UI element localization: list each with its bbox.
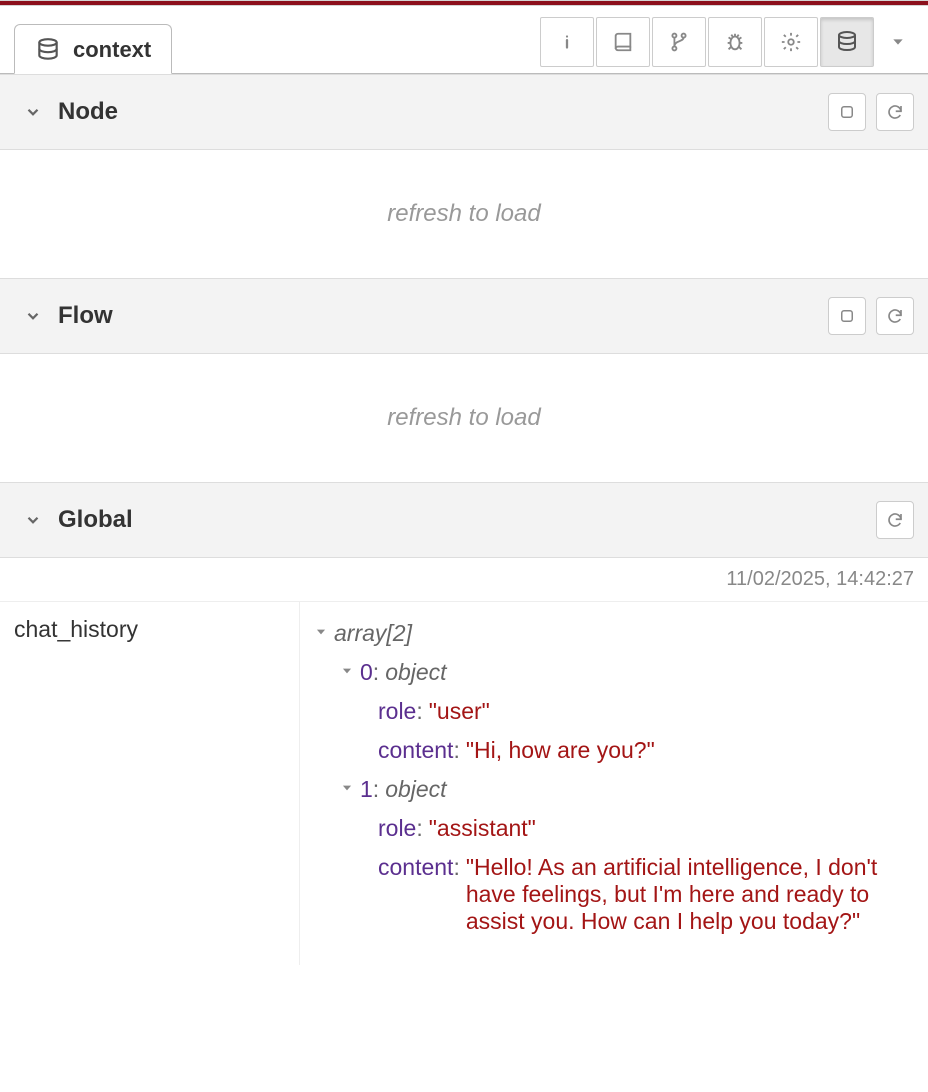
flow-refresh-button[interactable] — [876, 297, 914, 335]
debug-button[interactable] — [708, 17, 762, 67]
caret-down-icon — [340, 664, 354, 678]
tree-value: "assistant" — [429, 815, 536, 842]
info-button[interactable] — [540, 17, 594, 67]
tree-key: role — [378, 815, 416, 842]
toolbar — [532, 9, 928, 73]
tree-index: 1 — [360, 776, 373, 803]
chevron-down-icon — [24, 307, 42, 325]
tree-key: role — [378, 698, 416, 725]
node-empty-body: refresh to load — [0, 150, 928, 278]
global-timestamp: 11/02/2025, 14:42:27 — [0, 558, 928, 602]
info-icon — [556, 31, 578, 53]
tree-value: "user" — [429, 698, 490, 725]
section-title-global: Global — [58, 506, 133, 534]
section-title-flow: Flow — [58, 302, 113, 330]
node-empty-text: refresh to load — [387, 200, 540, 228]
tree-prop-content-1[interactable]: content: "Hello! As an artificial intell… — [314, 848, 914, 941]
tree-prop-content-0[interactable]: content: "Hi, how are you?" — [314, 731, 914, 770]
toolbar-dropdown[interactable] — [876, 17, 920, 67]
tree-index: 0 — [360, 659, 373, 686]
git-button[interactable] — [652, 17, 706, 67]
section-header-flow[interactable]: Flow — [0, 278, 928, 354]
section-header-node[interactable]: Node — [0, 74, 928, 150]
tree-key: content — [378, 854, 453, 881]
chevron-down-icon — [24, 103, 42, 121]
tree-key: content — [378, 737, 453, 764]
section-header-global[interactable]: Global — [0, 482, 928, 558]
tree-item-1[interactable]: 1: object — [314, 770, 914, 809]
bug-icon — [724, 31, 746, 53]
tree-root[interactable]: array[2] — [314, 614, 914, 653]
context-data-button[interactable] — [820, 17, 874, 67]
square-icon — [838, 307, 856, 325]
refresh-icon — [886, 103, 904, 121]
tree-prop-role-0[interactable]: role: "user" — [314, 692, 914, 731]
section-title-node: Node — [58, 98, 118, 126]
flow-empty-text: refresh to load — [387, 404, 540, 432]
tree-root-type: array[2] — [334, 620, 412, 647]
node-checkbox-button[interactable] — [828, 93, 866, 131]
tree-prop-role-1[interactable]: role: "assistant" — [314, 809, 914, 848]
tree-type: object — [385, 659, 446, 686]
flow-empty-body: refresh to load — [0, 354, 928, 482]
help-button[interactable] — [596, 17, 650, 67]
git-branch-icon — [668, 31, 690, 53]
gear-icon — [780, 31, 802, 53]
settings-button[interactable] — [764, 17, 818, 67]
flow-checkbox-button[interactable] — [828, 297, 866, 335]
node-refresh-button[interactable] — [876, 93, 914, 131]
refresh-icon — [886, 307, 904, 325]
tree-type: object — [385, 776, 446, 803]
square-icon — [838, 103, 856, 121]
database-icon — [835, 30, 859, 54]
tree-value: "Hello! As an artificial intelligence, I… — [466, 854, 914, 935]
tree-item-0[interactable]: 0: object — [314, 653, 914, 692]
tab-label: context — [73, 37, 151, 63]
tab-context[interactable]: context — [14, 24, 172, 74]
database-icon — [35, 37, 61, 63]
global-data-row: chat_history array[2] 0: object role: "u… — [0, 602, 928, 965]
tab-bar: context — [0, 6, 928, 74]
global-refresh-button[interactable] — [876, 501, 914, 539]
global-value-tree: array[2] 0: object role: "user" content:… — [300, 602, 928, 965]
global-key: chat_history — [0, 602, 300, 965]
caret-down-icon — [890, 34, 906, 50]
refresh-icon — [886, 511, 904, 529]
book-icon — [612, 31, 634, 53]
tree-value: "Hi, how are you?" — [466, 737, 655, 764]
chevron-down-icon — [24, 511, 42, 529]
caret-down-icon — [340, 781, 354, 795]
caret-down-icon — [314, 625, 328, 639]
